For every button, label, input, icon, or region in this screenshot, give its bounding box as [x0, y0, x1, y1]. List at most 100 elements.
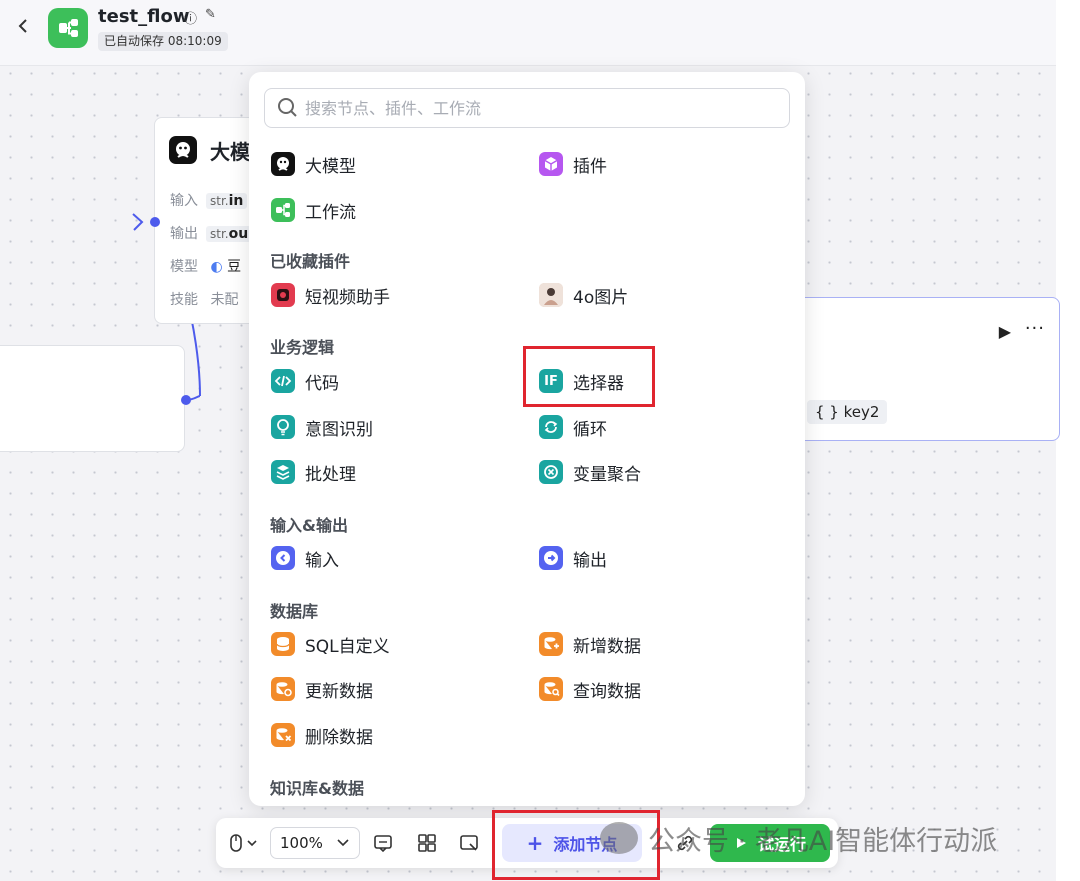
test-run-button[interactable]: 试运行	[710, 824, 830, 862]
node-item-input[interactable]: 输入	[271, 544, 339, 572]
section-title: 已收藏插件	[270, 252, 351, 271]
database-delete-icon	[271, 723, 295, 747]
node-item-delete-data[interactable]: 删除数据	[271, 721, 373, 749]
item-label: 变量聚合	[573, 464, 641, 485]
intent-icon	[271, 415, 295, 439]
row-label: 技能	[170, 292, 198, 308]
item-label: 输出	[573, 550, 607, 571]
grid-icon	[418, 834, 436, 852]
input-port[interactable]	[150, 217, 160, 227]
search-input[interactable]	[305, 89, 775, 127]
node-item-query-data[interactable]: 查询数据	[539, 675, 641, 703]
highlight-box-selector	[523, 346, 655, 407]
item-label: 删除数据	[305, 727, 373, 748]
item-label: 批处理	[305, 464, 356, 485]
node-item-add-data[interactable]: 新增数据	[539, 630, 641, 658]
type-tag: str.ou	[206, 226, 253, 242]
node-item-intent[interactable]: 意图识别	[271, 413, 373, 441]
llm-icon	[169, 136, 197, 164]
output-port[interactable]	[181, 395, 191, 405]
video-icon	[271, 283, 295, 307]
type-tag-text: str.	[210, 227, 229, 241]
comment-icon	[374, 835, 392, 853]
row-value: in	[228, 193, 244, 209]
item-label: 工作流	[305, 202, 356, 223]
play-icon	[736, 838, 746, 848]
highlight-box-add-node	[492, 810, 660, 880]
section-title: 输入&输出	[270, 516, 348, 535]
row-value: 未配	[210, 292, 239, 308]
section-title: 业务逻辑	[270, 338, 335, 357]
node-item-4o-image[interactable]: 4o图片	[539, 281, 628, 309]
node-item-llm[interactable]: 大模型	[271, 150, 356, 178]
image-icon	[539, 283, 563, 307]
mouse-mode-button[interactable]	[228, 831, 260, 855]
item-label: 4o图片	[573, 287, 629, 308]
test-run-label: 试运行	[757, 835, 806, 854]
search-icon	[278, 98, 297, 117]
link-icon	[677, 835, 693, 851]
row-label: 输入	[170, 193, 198, 209]
node-item-batch[interactable]: 批处理	[271, 458, 356, 486]
comment-button[interactable]	[372, 831, 394, 855]
add-node-panel: 大模型 插件 工作流 已收藏插件 短视频助手 4o图片 业务逻辑 代码 IF	[249, 72, 805, 806]
node-item-aggregate[interactable]: 变量聚合	[539, 458, 641, 486]
link-button[interactable]	[674, 831, 696, 855]
input-icon	[271, 546, 295, 570]
code-icon	[271, 369, 295, 393]
section-title: 知识库&数据	[270, 779, 364, 798]
search-box[interactable]	[264, 88, 790, 128]
row-value: ou	[228, 226, 249, 242]
node-item-plugin[interactable]: 插件	[539, 150, 607, 178]
item-label: 意图识别	[305, 419, 373, 440]
database-update-icon	[271, 677, 295, 701]
batch-icon	[271, 460, 295, 484]
zoom-select[interactable]: 100%	[270, 827, 360, 859]
zoom-value: 100%	[280, 834, 323, 852]
play-icon[interactable]: ▶	[999, 322, 1011, 341]
node-item-loop[interactable]: 循环	[539, 413, 607, 441]
item-label: 代码	[305, 373, 339, 394]
item-label: SQL自定义	[305, 636, 390, 657]
section-title: 数据库	[270, 602, 319, 621]
type-tag: str.in	[206, 193, 248, 209]
layout-button[interactable]	[416, 831, 438, 855]
item-label: 循环	[573, 419, 607, 440]
aggregate-icon	[539, 460, 563, 484]
node-item-sql[interactable]: SQL自定义	[271, 630, 390, 658]
loop-icon	[539, 415, 563, 439]
variable-tag: { } key2	[807, 400, 888, 424]
end-node[interactable]: ▶ ··· { } key2	[780, 297, 1060, 441]
minimap-icon	[460, 835, 478, 851]
minimap-button[interactable]	[458, 831, 480, 855]
model-logo-icon: ◐	[210, 259, 223, 275]
database-add-icon	[539, 632, 563, 656]
database-query-icon	[539, 677, 563, 701]
node-item-workflow[interactable]: 工作流	[271, 196, 356, 224]
node-row-output: 输出 str.ou	[170, 223, 253, 243]
output-icon	[539, 546, 563, 570]
item-label: 新增数据	[573, 636, 641, 657]
mouse-icon	[230, 834, 257, 852]
llm-icon	[271, 152, 295, 176]
type-tag-text: str.	[210, 194, 229, 208]
item-label: 大模型	[305, 156, 356, 177]
start-node[interactable]	[0, 345, 185, 452]
node-row-model: 模型 ◐ 豆	[170, 256, 241, 276]
node-item-output[interactable]: 输出	[539, 544, 607, 572]
item-label: 插件	[573, 156, 607, 177]
row-label: 模型	[170, 259, 198, 275]
node-item-short-video[interactable]: 短视频助手	[271, 281, 390, 309]
node-title: 大模	[210, 140, 250, 164]
node-item-code[interactable]: 代码	[271, 367, 339, 395]
workflow-icon	[271, 198, 295, 222]
row-value: 豆	[227, 259, 242, 275]
more-icon[interactable]: ···	[1025, 318, 1045, 339]
database-icon	[271, 632, 295, 656]
item-label: 查询数据	[573, 681, 641, 702]
node-item-update-data[interactable]: 更新数据	[271, 675, 373, 703]
plugin-icon	[539, 152, 563, 176]
node-row-input: 输入 str.in	[170, 190, 248, 210]
item-label: 短视频助手	[305, 287, 390, 308]
item-label: 更新数据	[305, 681, 373, 702]
